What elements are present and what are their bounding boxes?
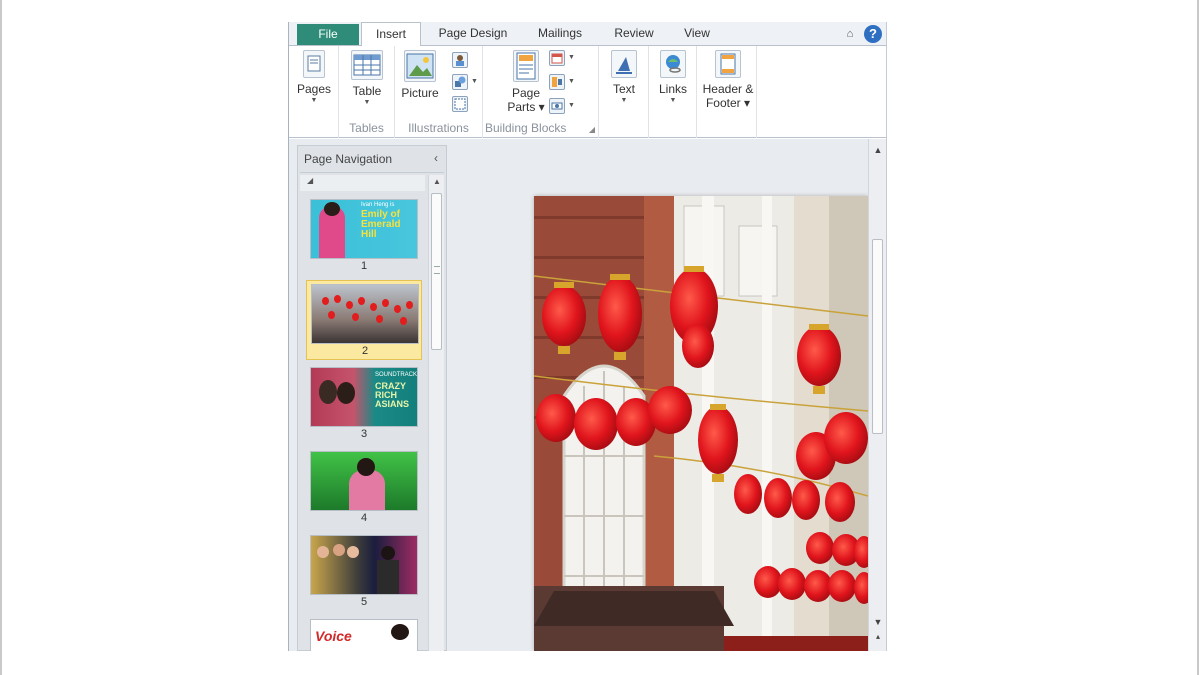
thumbnail-image: SOUNDTRACK CRAZY RICH ASIANS xyxy=(310,367,418,427)
group-text: Text ▼ xyxy=(599,46,649,138)
ribbon: Pages ▼ Table ▼ Tables Picture ▼ Illustr… xyxy=(289,46,886,138)
thumbnail-image xyxy=(310,535,418,595)
thumbnail-image: Ivan Heng is Emily of Emerald Hill xyxy=(310,199,418,259)
thumbnail-image xyxy=(311,284,419,344)
borders-accents-icon[interactable] xyxy=(549,74,565,90)
right-border xyxy=(1197,0,1199,675)
page-thumbnail-5[interactable]: 5 xyxy=(306,532,422,612)
nav-pane-title: Page Navigation xyxy=(304,152,393,166)
scroll-up-icon[interactable]: ▲ xyxy=(869,145,886,155)
dropdown-arrow-icon: ▼ xyxy=(363,99,371,106)
tab-view[interactable]: View xyxy=(671,22,723,46)
picture-button[interactable]: Picture xyxy=(399,50,441,100)
text-button[interactable]: Text ▼ xyxy=(605,50,643,105)
group-label-building-blocks: Building Blocks xyxy=(485,121,567,135)
publisher-window: File Insert Page Design Mailings Review … xyxy=(288,22,887,651)
pages-button[interactable]: Pages ▼ xyxy=(295,50,333,105)
nav-toolbar: ◢ xyxy=(300,175,425,191)
previous-page-icon[interactable]: ▴ xyxy=(869,632,886,641)
left-border xyxy=(0,0,2,675)
pages-icon xyxy=(303,50,325,78)
page-number: 5 xyxy=(360,596,368,608)
links-button[interactable]: Links ▼ xyxy=(654,50,692,105)
tab-insert[interactable]: Insert xyxy=(361,22,421,47)
page-thumbnail-1[interactable]: Ivan Heng is Emily of Emerald Hill 1 xyxy=(306,196,422,276)
help-icon[interactable]: ? xyxy=(864,25,882,43)
document-canvas[interactable] xyxy=(447,139,868,651)
dropdown-arrow-icon: ▼ xyxy=(620,97,628,104)
links-icon xyxy=(660,50,686,78)
table-button[interactable]: Table ▼ xyxy=(345,50,389,107)
header-footer-button[interactable]: Header & Footer ▾ xyxy=(699,50,757,110)
page-number: 3 xyxy=(360,428,368,440)
table-icon xyxy=(351,50,383,80)
calendars-icon[interactable] xyxy=(549,50,565,66)
thumbnail-image xyxy=(310,451,418,511)
scroll-up-icon[interactable]: ▲ xyxy=(429,177,445,186)
borders-dropdown-icon[interactable]: ▼ xyxy=(568,78,575,85)
page-navigation-pane: Page Navigation ‹ ◢ ▲ Ivan Heng is Emily… xyxy=(297,145,447,651)
advertisements-icon[interactable] xyxy=(549,98,565,114)
shapes-icon[interactable] xyxy=(452,74,468,90)
header-footer-icon xyxy=(715,50,741,78)
group-label-illustrations: Illustrations xyxy=(408,121,469,135)
shapes-dropdown-icon[interactable]: ▼ xyxy=(471,78,478,85)
tab-review[interactable]: Review xyxy=(601,22,667,46)
clip-art-icon[interactable] xyxy=(452,52,468,68)
group-label-tables: Tables xyxy=(349,121,384,135)
page-number: 4 xyxy=(360,512,368,524)
tab-file[interactable]: File xyxy=(297,24,359,45)
page-thumbnail-2[interactable]: 2 xyxy=(306,280,422,360)
group-tables: Table ▼ Tables xyxy=(339,46,395,138)
workspace: Page Navigation ‹ ◢ ▲ Ivan Heng is Emily… xyxy=(289,139,886,651)
dialog-launcher-icon[interactable]: ◢ xyxy=(589,125,595,134)
page-thumbnail-6[interactable]: Voice xyxy=(306,616,422,651)
publication-page[interactable] xyxy=(534,196,868,651)
page-thumbnail-3[interactable]: SOUNDTRACK CRAZY RICH ASIANS 3 xyxy=(306,364,422,444)
scroll-thumb[interactable] xyxy=(431,193,442,350)
calendars-dropdown-icon[interactable]: ▼ xyxy=(568,54,575,61)
lantern-street-photo[interactable] xyxy=(534,196,868,651)
picture-icon xyxy=(404,50,436,82)
page-number: 2 xyxy=(361,345,369,357)
tab-page-design[interactable]: Page Design xyxy=(427,22,519,46)
group-header-footer: Header & Footer ▾ xyxy=(697,46,757,138)
advertisements-dropdown-icon[interactable]: ▼ xyxy=(568,102,575,109)
ribbon-tab-bar: File Insert Page Design Mailings Review … xyxy=(289,22,886,47)
page-parts-button[interactable]: Page Parts ▾ xyxy=(503,50,549,114)
dropdown-arrow-icon: ▼ xyxy=(310,97,318,104)
page-thumbnail-4[interactable]: 4 xyxy=(306,448,422,528)
page-number: 1 xyxy=(360,260,368,272)
picture-placeholder-icon[interactable] xyxy=(452,96,468,112)
collapse-ribbon-icon[interactable]: ⌂ xyxy=(843,27,857,41)
scroll-thumb[interactable] xyxy=(872,239,883,434)
group-illustrations: Picture ▼ Illustrations xyxy=(395,46,483,138)
expand-icon[interactable]: ◢ xyxy=(307,176,313,185)
group-pages: Pages ▼ xyxy=(289,46,339,138)
tab-mailings[interactable]: Mailings xyxy=(525,22,595,46)
divider xyxy=(300,172,444,173)
text-icon xyxy=(611,50,637,78)
grip-icon xyxy=(434,266,440,274)
dropdown-arrow-icon: ▼ xyxy=(669,97,677,104)
collapse-pane-icon[interactable]: ‹ xyxy=(434,151,438,165)
group-links: Links ▼ xyxy=(649,46,697,138)
nav-scrollbar[interactable]: ▲ xyxy=(428,175,444,651)
page-parts-icon xyxy=(513,50,539,82)
scroll-down-icon[interactable]: ▼ xyxy=(869,617,886,627)
thumbnail-image: Voice xyxy=(310,619,418,651)
group-building-blocks: Page Parts ▾ ▼ ▼ ▼ Building Blocks ◢ xyxy=(483,46,599,138)
document-scrollbar[interactable]: ▲ ▼ ▴ xyxy=(868,139,886,651)
